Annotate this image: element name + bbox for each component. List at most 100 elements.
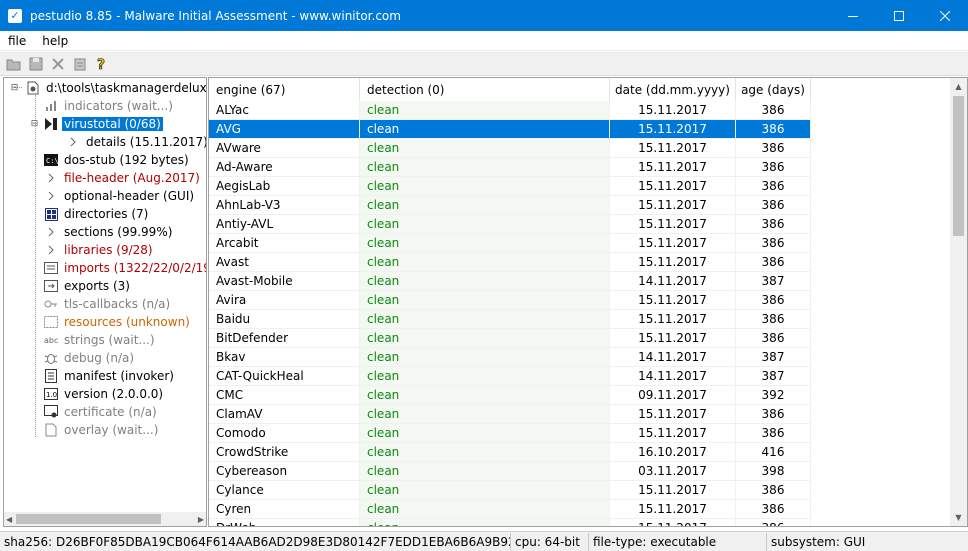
table-row[interactable]: AVware clean 15.11.2017 386 bbox=[209, 139, 811, 158]
cell-age: 387 bbox=[736, 272, 811, 291]
cell-engine: Arcabit bbox=[209, 234, 360, 253]
collapse-virustotal-icon[interactable]: ⊟ bbox=[30, 119, 39, 129]
cell-age: 386 bbox=[736, 215, 811, 234]
cell-age: 386 bbox=[736, 481, 811, 500]
cell-engine: Avast bbox=[209, 253, 360, 272]
tree-item-tls-callbacks[interactable]: tls-callbacks (n/a) bbox=[44, 295, 172, 313]
table-row[interactable]: CAT-QuickHeal clean 14.11.2017 387 bbox=[209, 367, 811, 386]
tree-item-sections[interactable]: sections (99.99%) bbox=[44, 223, 174, 241]
scroll-up-icon[interactable]: ▲ bbox=[950, 78, 967, 95]
cell-detection: clean bbox=[360, 177, 610, 196]
table-row[interactable]: BitDefender clean 15.11.2017 386 bbox=[209, 329, 811, 348]
tree-item-manifest[interactable]: manifest (invoker) bbox=[44, 367, 176, 385]
header-date[interactable]: date (dd.mm.yyyy) bbox=[610, 78, 736, 101]
scroll-right-icon[interactable]: ▶ bbox=[198, 515, 204, 524]
tree-item-virustotal[interactable]: virustotal (0/68) bbox=[44, 115, 163, 133]
cell-age: 386 bbox=[736, 405, 811, 424]
table-row[interactable]: Arcabit clean 15.11.2017 386 bbox=[209, 234, 811, 253]
scroll-left-icon[interactable]: ◀ bbox=[6, 515, 12, 524]
scroll-down-icon[interactable]: ▼ bbox=[950, 509, 967, 526]
table-row[interactable]: Cybereason clean 03.11.2017 398 bbox=[209, 462, 811, 481]
cell-age: 392 bbox=[736, 386, 811, 405]
cell-date: 03.11.2017 bbox=[610, 462, 736, 481]
header-age[interactable]: age (days) bbox=[736, 78, 811, 101]
table-row[interactable]: Avira clean 15.11.2017 386 bbox=[209, 291, 811, 310]
tree-item-certificate[interactable]: certificate (n/a) bbox=[44, 403, 159, 421]
svg-text:abc: abc bbox=[44, 336, 58, 345]
table-row[interactable]: Cylance clean 15.11.2017 386 bbox=[209, 481, 811, 500]
table-row[interactable]: AVG clean 15.11.2017 386 bbox=[209, 120, 811, 139]
tree-item-optional-header[interactable]: optional-header (GUI) bbox=[44, 187, 196, 205]
cell-date: 15.11.2017 bbox=[610, 158, 736, 177]
table-row[interactable]: AhnLab-V3 clean 15.11.2017 386 bbox=[209, 196, 811, 215]
table-row[interactable]: ALYac clean 15.11.2017 386 bbox=[209, 101, 811, 120]
table-row[interactable]: Avast clean 15.11.2017 386 bbox=[209, 253, 811, 272]
minimize-button[interactable] bbox=[830, 0, 876, 31]
table-row[interactable]: Baidu clean 15.11.2017 386 bbox=[209, 310, 811, 329]
clipboard-icon bbox=[74, 58, 86, 70]
tree-pane[interactable]: ⊟ d:\tools\taskmanagerdeluxe2. indicator… bbox=[3, 77, 207, 527]
table-row[interactable]: Ad-Aware clean 15.11.2017 386 bbox=[209, 158, 811, 177]
help-button[interactable]: ? bbox=[91, 54, 113, 74]
clipboard-button[interactable] bbox=[69, 54, 91, 74]
chevron-right-icon bbox=[44, 171, 58, 185]
status-bar: sha256: D26BF0F85DBA19CB064F614AAB6AD2D9… bbox=[0, 531, 968, 551]
save-button[interactable] bbox=[25, 54, 47, 74]
toolbar: ? bbox=[0, 52, 968, 76]
table-row[interactable]: CrowdStrike clean 16.10.2017 416 bbox=[209, 443, 811, 462]
open-button[interactable] bbox=[3, 54, 25, 74]
tree-horizontal-scrollbar[interactable]: ◀ ▶ bbox=[4, 512, 206, 526]
tree-item-indicators[interactable]: indicators (wait...) bbox=[44, 97, 175, 115]
cell-date: 15.11.2017 bbox=[610, 519, 736, 526]
virustotal-icon bbox=[44, 117, 58, 131]
status-cpu: cpu: 64-bit bbox=[511, 532, 589, 551]
list-vertical-scrollbar[interactable]: ▲ ▼ bbox=[950, 78, 967, 526]
maximize-button[interactable] bbox=[876, 0, 922, 31]
tree-item-overlay[interactable]: overlay (wait...) bbox=[44, 421, 160, 439]
tree-item-directories[interactable]: directories (7) bbox=[44, 205, 150, 223]
tree-item-imports[interactable]: imports (1322/22/0/2/190) bbox=[44, 259, 206, 277]
table-row[interactable]: Cyren clean 15.11.2017 386 bbox=[209, 500, 811, 519]
table-row[interactable]: Bkav clean 14.11.2017 387 bbox=[209, 348, 811, 367]
tree-item-version[interactable]: 1.0 version (2.0.0.0) bbox=[44, 385, 165, 403]
cell-date: 15.11.2017 bbox=[610, 329, 736, 348]
cell-date: 15.11.2017 bbox=[610, 424, 736, 443]
tree-item-details[interactable]: details (15.11.2017) bbox=[66, 133, 206, 151]
table-row[interactable]: CMC clean 09.11.2017 392 bbox=[209, 386, 811, 405]
table-row[interactable]: AegisLab clean 15.11.2017 386 bbox=[209, 177, 811, 196]
tree-item-file-header[interactable]: file-header (Aug.2017) bbox=[44, 169, 202, 187]
tree-item-libraries[interactable]: libraries (9/28) bbox=[44, 241, 155, 259]
table-row[interactable]: Avast-Mobile clean 14.11.2017 387 bbox=[209, 272, 811, 291]
cell-date: 15.11.2017 bbox=[610, 177, 736, 196]
table-row[interactable]: Comodo clean 15.11.2017 386 bbox=[209, 424, 811, 443]
exports-icon bbox=[44, 279, 58, 293]
cell-date: 15.11.2017 bbox=[610, 291, 736, 310]
tree-item-resources[interactable]: resources (unknown) bbox=[44, 313, 192, 331]
maximize-icon bbox=[894, 10, 904, 21]
tree-item-debug[interactable]: debug (n/a) bbox=[44, 349, 136, 367]
list-scroll-thumb[interactable] bbox=[953, 96, 964, 236]
close-button[interactable] bbox=[922, 0, 968, 31]
tree-item-exports[interactable]: exports (3) bbox=[44, 277, 132, 295]
table-row[interactable]: Antiy-AVL clean 15.11.2017 386 bbox=[209, 215, 811, 234]
cell-date: 16.10.2017 bbox=[610, 443, 736, 462]
header-detection[interactable]: detection (0) bbox=[360, 78, 610, 101]
tree-root[interactable]: d:\tools\taskmanagerdeluxe2. bbox=[26, 79, 206, 97]
cell-age: 386 bbox=[736, 424, 811, 443]
chevron-right-icon bbox=[44, 189, 58, 203]
menu-help[interactable]: help bbox=[34, 34, 76, 48]
delete-button[interactable] bbox=[47, 54, 69, 74]
tree-item-dos-stub[interactable]: C:\ dos-stub (192 bytes) bbox=[44, 151, 191, 169]
cell-date: 15.11.2017 bbox=[610, 215, 736, 234]
menu-file[interactable]: file bbox=[0, 34, 34, 48]
tree-scroll-thumb[interactable] bbox=[16, 514, 161, 524]
virustotal-list[interactable]: engine (67) detection (0) date (dd.mm.yy… bbox=[208, 77, 968, 527]
tree-item-strings[interactable]: abc strings (wait...) bbox=[44, 331, 157, 349]
cell-date: 14.11.2017 bbox=[610, 367, 736, 386]
collapse-root-icon[interactable]: ⊟ bbox=[10, 83, 19, 93]
header-engine[interactable]: engine (67) bbox=[209, 78, 360, 101]
table-row[interactable]: DrWebclean15.11.2017386 bbox=[209, 519, 811, 526]
cell-engine: ClamAV bbox=[209, 405, 360, 424]
table-row[interactable]: ClamAV clean 15.11.2017 386 bbox=[209, 405, 811, 424]
cell-detection: clean bbox=[360, 329, 610, 348]
